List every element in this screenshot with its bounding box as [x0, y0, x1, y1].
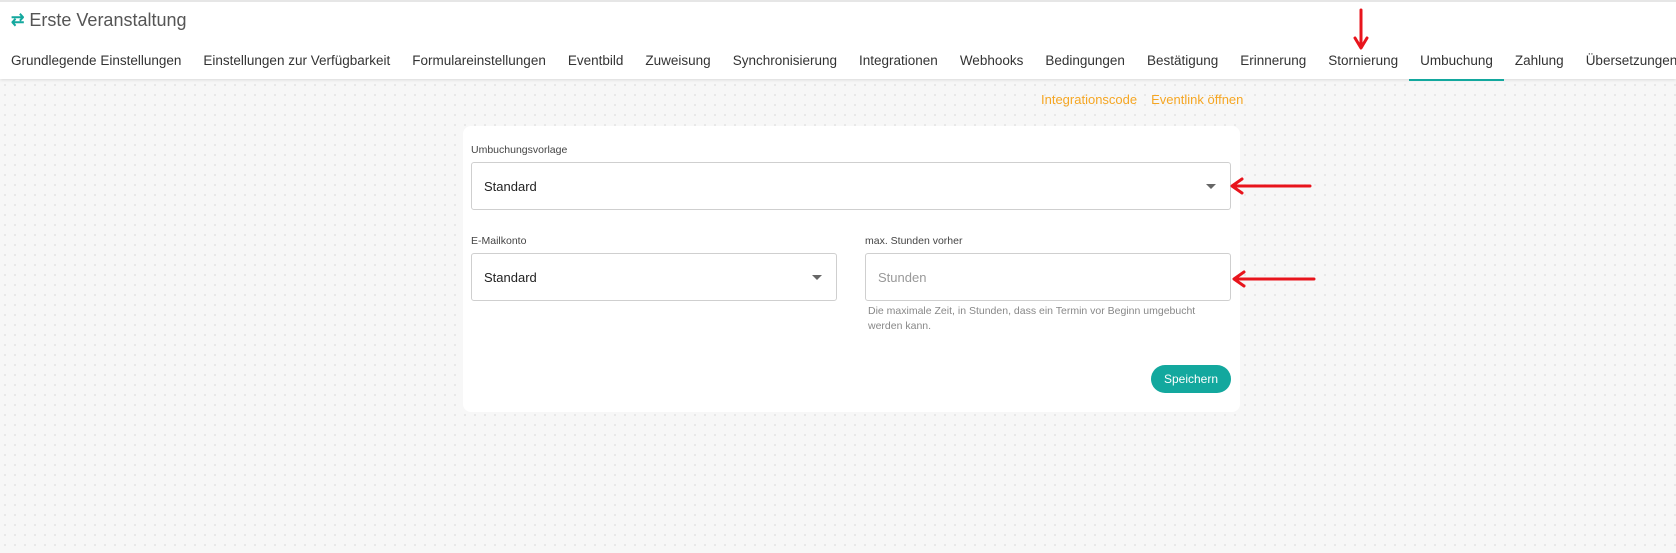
page-title: Erste Veranstaltung — [29, 10, 187, 30]
save-button[interactable]: Speichern — [1151, 365, 1231, 393]
template-label: Umbuchungsvorlage — [471, 144, 568, 156]
tab-bestaetigung[interactable]: Bestätigung — [1136, 42, 1229, 81]
annotation-arrow-left-icon — [1232, 270, 1316, 288]
tab-bar: Grundlegende Einstellungen Einstellungen… — [0, 42, 1676, 81]
tab-integrationen[interactable]: Integrationen — [848, 42, 949, 81]
max-hours-hint: Die maximale Zeit, in Stunden, dass ein … — [868, 305, 1196, 332]
chevron-down-icon — [1206, 184, 1216, 189]
annotation-arrow-left-icon — [1230, 177, 1312, 195]
max-hours-input[interactable]: Stunden — [865, 253, 1231, 301]
rebooking-settings-card: Umbuchungsvorlage Standard E-Mailkonto S… — [463, 126, 1240, 412]
max-hours-label: max. Stunden vorher — [865, 235, 963, 247]
page-title-row: ⇄ Erste Veranstaltung — [11, 10, 187, 31]
tab-synchronisierung[interactable]: Synchronisierung — [722, 42, 848, 81]
max-hours-placeholder: Stunden — [878, 269, 927, 285]
email-account-select[interactable]: Standard — [471, 253, 837, 301]
tab-grundlegende-einstellungen[interactable]: Grundlegende Einstellungen — [0, 42, 192, 81]
tab-eventbild[interactable]: Eventbild — [557, 42, 635, 81]
annotation-arrow-down-icon — [1353, 8, 1369, 50]
tab-umbuchung[interactable]: Umbuchung — [1409, 42, 1504, 81]
tab-formulareinstellungen[interactable]: Formulareinstellungen — [401, 42, 557, 81]
tab-bedingungen[interactable]: Bedingungen — [1034, 42, 1136, 81]
tab-zuweisung[interactable]: Zuweisung — [634, 42, 721, 81]
tab-verfuegbarkeit[interactable]: Einstellungen zur Verfügbarkeit — [192, 42, 401, 81]
swap-icon: ⇄ — [11, 11, 25, 29]
template-select[interactable]: Standard — [471, 162, 1231, 210]
template-select-value: Standard — [484, 178, 537, 194]
tab-zahlung[interactable]: Zahlung — [1504, 42, 1575, 81]
open-event-link[interactable]: Eventlink öffnen — [1151, 92, 1243, 107]
tab-webhooks[interactable]: Webhooks — [949, 42, 1035, 81]
integration-code-link[interactable]: Integrationscode — [1041, 92, 1137, 107]
chevron-down-icon — [812, 275, 822, 280]
email-account-select-value: Standard — [484, 269, 537, 285]
event-links: Integrationscode Eventlink öffnen — [1041, 92, 1243, 107]
header: ⇄ Erste Veranstaltung Grundlegende Einst… — [0, 0, 1676, 81]
tab-erinnerung[interactable]: Erinnerung — [1229, 42, 1317, 81]
email-account-label: E-Mailkonto — [471, 235, 527, 247]
tab-uebersetzungen[interactable]: Übersetzungen — [1575, 42, 1676, 81]
